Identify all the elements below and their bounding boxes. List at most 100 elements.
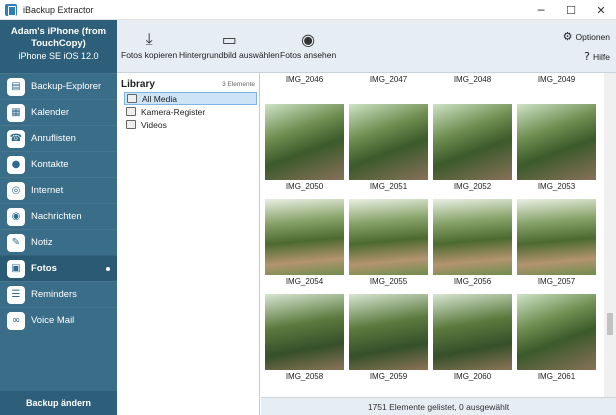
photo-thumbnail (517, 199, 596, 275)
wallpaper-button[interactable]: ▭ Hintergrundbild auswählen (179, 28, 280, 61)
window-title: iBackup Extractor (23, 4, 94, 15)
photo-thumbnail (433, 104, 512, 180)
scrollbar-thumb[interactable] (607, 313, 613, 335)
sidebar-item-label: Kontakte (31, 159, 69, 170)
vertical-scrollbar[interactable] (604, 73, 616, 397)
photo-thumbnail (433, 199, 512, 275)
maximize-button[interactable]: ☐ (556, 0, 586, 20)
device-name: Adam's iPhone (from TouchCopy) (10, 26, 107, 49)
minimize-button[interactable]: ─ (526, 0, 556, 20)
photo-tile[interactable]: IMG_2046 (265, 73, 344, 87)
photo-caption: IMG_2056 (453, 277, 492, 286)
download-icon: ⤓ (145, 29, 153, 48)
library-header: Library 3 Elemente (117, 76, 259, 92)
folder-icon: ▤ (7, 77, 25, 96)
sidebar-item-label: Voice Mail (31, 315, 75, 326)
photo-caption: IMG_2053 (537, 182, 576, 191)
library-title: Library (121, 78, 155, 90)
view-photos-label: Fotos ansehen (280, 50, 337, 60)
sidebar-item-label: Internet (31, 185, 64, 196)
photo-tile[interactable]: IMG_2049 (517, 73, 596, 87)
options-button[interactable]: ⚙ Optionen (563, 30, 610, 43)
camera-icon (126, 107, 136, 116)
sidebar-item-label: Nachrichten (31, 211, 82, 222)
sidebar-item-notiz[interactable]: ✎ Notiz (0, 229, 117, 255)
backup-change-button[interactable]: Backup ändern (0, 391, 117, 415)
photo-caption: IMG_2060 (453, 372, 492, 381)
sidebar-item-internet[interactable]: ◎ Internet (0, 177, 117, 203)
photo-thumbnail (517, 294, 596, 370)
status-bar: 1751 Elemente gelistet, 0 ausgewählt (261, 397, 616, 415)
photo-tile[interactable]: IMG_2058 (265, 294, 344, 384)
sidebar-item-nachrichten[interactable]: ◉ Nachrichten (0, 203, 117, 229)
photo-tile[interactable]: IMG_2060 (433, 294, 512, 384)
photo-thumbnail (349, 294, 428, 370)
gear-icon: ⚙ (562, 30, 573, 43)
app-icon (5, 3, 17, 16)
photo-caption: IMG_2051 (369, 182, 408, 191)
photo-thumbnail (265, 294, 344, 370)
photo-caption: IMG_2055 (369, 277, 408, 286)
photos-icon: ▣ (7, 259, 25, 278)
photo-thumbnail (265, 104, 344, 180)
sidebar-item-label: Backup-Explorer (31, 81, 102, 92)
library-count: 3 Elemente (222, 80, 255, 88)
library-item-all-media[interactable]: All Media (124, 92, 257, 105)
device-os: iPhone SE iOS 12.0 (18, 51, 99, 61)
library-item-label: Kamera-Register (141, 106, 206, 117)
list-icon: ☰ (7, 285, 25, 304)
photo-thumbnail (433, 294, 512, 370)
sidebar-item-label: Kalender (31, 107, 70, 118)
sidebar-item-reminders[interactable]: ☰ Reminders (0, 281, 117, 307)
message-icon: ◉ (7, 207, 25, 226)
photo-tile[interactable]: IMG_2047 (349, 73, 428, 87)
sidebar-item-kontakte[interactable]: ● Kontakte (0, 151, 117, 177)
options-label: Optionen (575, 31, 611, 42)
copy-photos-label: Fotos kopieren (121, 50, 178, 60)
sidebar-item-kalender[interactable]: ▦ Kalender (0, 99, 117, 125)
photo-tile[interactable]: IMG_2050 (265, 104, 344, 194)
sidebar-item-anruflisten[interactable]: ☎ Anruflisten (0, 125, 117, 151)
photo-tile[interactable]: IMG_2053 (517, 104, 596, 194)
sidebar-nav: ▤ Backup-Explorer ▦ Kalender ☎ Anruflisten … (0, 73, 117, 333)
view-photos-button[interactable]: ◉ Fotos ansehen (280, 28, 337, 61)
photo-tile[interactable]: IMG_2051 (349, 104, 428, 194)
sidebar-item-fotos[interactable]: ▣ Fotos (0, 255, 117, 281)
library-panel: Library 3 Elemente All Media Kamera-Regi… (117, 73, 260, 415)
device-info: Adam's iPhone (from TouchCopy) iPhone SE… (0, 20, 117, 73)
photo-caption: IMG_2050 (285, 182, 324, 191)
copy-photos-button[interactable]: ⤓ Fotos kopieren (121, 28, 177, 60)
pencil-icon: ✎ (7, 233, 25, 252)
calendar-icon: ▦ (7, 103, 25, 122)
sidebar-item-label: Fotos (31, 263, 57, 274)
photo-thumbnail (349, 199, 428, 275)
photo-tile[interactable]: IMG_2052 (433, 104, 512, 194)
photo-tile[interactable]: IMG_2059 (349, 294, 428, 384)
library-item-label: All Media (142, 93, 177, 104)
photo-caption: IMG_2054 (285, 277, 324, 286)
photo-tile[interactable]: IMG_2061 (517, 294, 596, 384)
photo-thumbnail (517, 104, 596, 180)
sidebar-item-backup-explorer[interactable]: ▤ Backup-Explorer (0, 73, 117, 99)
sidebar-item-voice-mail[interactable]: ∞ Voice Mail (0, 307, 117, 333)
photo-thumbnail (265, 199, 344, 275)
video-icon (126, 120, 136, 129)
photo-tile[interactable]: IMG_2056 (433, 199, 512, 289)
toolbar: ⤓ Fotos kopieren ▭ Hintergrundbild auswä… (117, 20, 616, 73)
photo-caption: IMG_2061 (537, 372, 576, 381)
photo-tile[interactable]: IMG_2054 (265, 199, 344, 289)
photo-tile[interactable]: IMG_2057 (517, 199, 596, 289)
voicemail-icon: ∞ (7, 311, 25, 330)
photo-tile[interactable]: IMG_2048 (433, 73, 512, 87)
library-item-videos[interactable]: Videos (124, 118, 257, 131)
help-icon: ? (584, 50, 590, 63)
globe-icon: ◎ (7, 181, 25, 200)
eye-icon: ◉ (301, 29, 316, 49)
help-button[interactable]: ? Hilfe (584, 50, 610, 63)
library-item-camera-roll[interactable]: Kamera-Register (124, 105, 257, 118)
media-icon (127, 94, 137, 103)
close-button[interactable]: ✕ (586, 0, 616, 20)
photo-caption: IMG_2059 (369, 372, 408, 381)
photo-tile[interactable]: IMG_2055 (349, 199, 428, 289)
sidebar: Adam's iPhone (from TouchCopy) iPhone SE… (0, 20, 117, 415)
